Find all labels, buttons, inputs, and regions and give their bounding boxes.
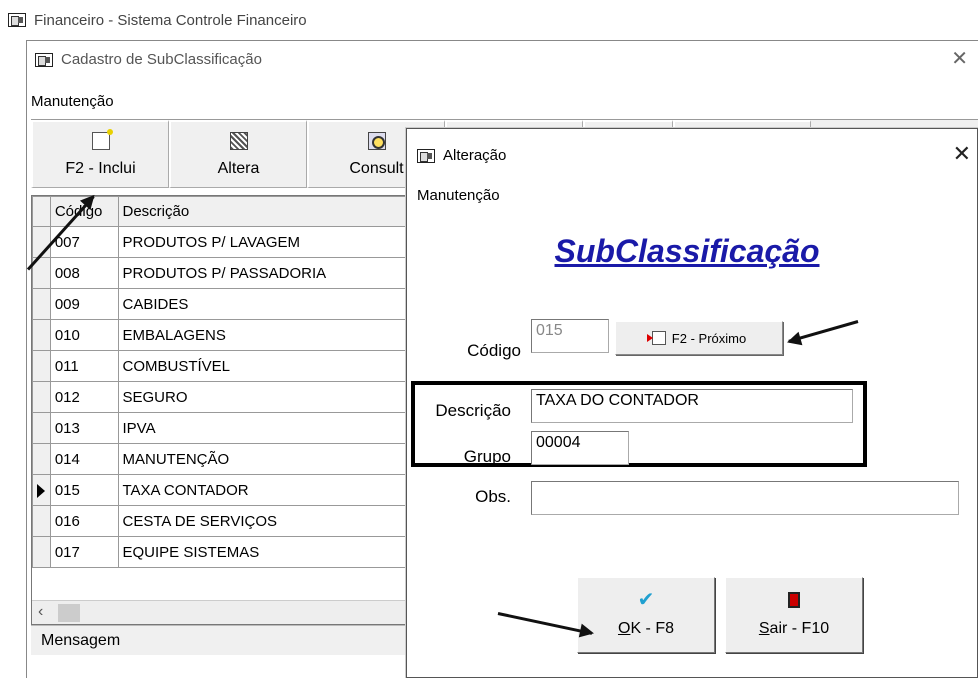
cadastro-title-text: Cadastro de SubClassificação [61,51,262,68]
cell-codigo[interactable]: 010 [49,319,119,351]
table-row[interactable]: 015 TAXA CONTADOR [32,474,416,506]
alteracao-dialog: Alteração ✕ Manutenção SubClassificação … [406,128,978,678]
app-icon [417,148,435,163]
cell-codigo[interactable]: 015 [49,474,119,506]
row-indicator [32,319,51,351]
cell-descricao[interactable]: MANUTENÇÃO [117,443,416,475]
new-document-icon [91,128,113,150]
alteracao-title-text: Alteração [443,147,507,164]
row-indicator [32,443,51,475]
table-row[interactable]: 007 PRODUTOS P/ LAVAGEM [32,226,416,258]
cell-descricao[interactable]: IPVA [117,412,416,444]
cell-descricao[interactable]: PRODUTOS P/ PASSADORIA [117,257,416,289]
row-indicator [32,350,51,382]
status-text: Mensagem [41,632,121,649]
cadastro-window-title: Cadastro de SubClassificação [35,51,262,68]
inclui-label: F2 - Inclui [65,159,136,177]
alteracao-dialog-title: Alteração [417,147,506,164]
inclui-button[interactable]: F2 - Inclui [31,120,169,188]
cell-codigo[interactable]: 011 [49,350,119,382]
row-indicator [32,412,51,444]
form-heading: SubClassificação [554,233,820,269]
column-header-descricao[interactable]: Descrição [117,196,416,227]
close-icon[interactable]: ✕ [951,49,968,69]
app-icon [8,13,26,27]
grupo-field[interactable]: 00004 [531,431,629,465]
grid-table: Código Descrição 007PRODUTOS P/ LAVAGEM0… [32,196,416,568]
check-icon: ✔ [637,589,655,611]
altera-label: Altera [217,159,260,177]
main-window-title: Financeiro - Sistema Controle Financeiro [8,8,307,32]
next-record-icon [646,331,666,345]
row-indicator [32,288,51,320]
table-row[interactable]: 009 CABIDES [32,288,416,320]
cell-codigo[interactable]: 012 [49,381,119,413]
close-icon[interactable]: ✕ [953,143,971,165]
row-indicator [32,536,51,568]
cell-codigo[interactable]: 008 [49,257,119,289]
table-row[interactable]: 010 EMBALAGENS [32,319,416,351]
cell-descricao[interactable]: EMBALAGENS [117,319,416,351]
main-window-title-text: Financeiro - Sistema Controle Financeiro [34,11,307,29]
codigo-field: 015 [531,319,609,353]
sair-button[interactable]: Sair - F10 [725,577,863,653]
cell-codigo[interactable]: 013 [49,412,119,444]
search-icon [367,131,386,150]
row-indicator [32,505,51,537]
cell-descricao[interactable]: TAXA CONTADOR [117,474,416,506]
table-row[interactable]: 013 IPVA [32,412,416,444]
horizontal-scrollbar[interactable]: ‹ [32,600,416,624]
cell-descricao[interactable]: CABIDES [117,288,416,320]
table-row[interactable]: 012 SEGURO [32,381,416,413]
cell-descricao[interactable]: CESTA DE SERVIÇOS [117,505,416,537]
proximo-button[interactable]: F2 - Próximo [615,321,783,355]
row-indicator [32,474,51,506]
row-indicator [32,381,51,413]
row-indicator-header [32,196,51,227]
descricao-label: Descrição [435,401,511,420]
ok-label: OK - F8 [617,620,674,637]
current-row-icon [37,483,45,498]
altera-button[interactable]: Altera [169,120,307,188]
menu-manutencao[interactable]: Manutenção [31,93,114,110]
sair-label: Sair - F10 [758,620,830,637]
menu-manutencao[interactable]: Manutenção [417,187,500,204]
cell-codigo[interactable]: 016 [49,505,119,537]
app-icon [35,52,53,67]
table-row[interactable]: 011 COMBUSTÍVEL [32,350,416,382]
scroll-left-icon[interactable]: ‹ [38,603,43,621]
obs-label: Obs. [475,487,511,506]
status-bar: Mensagem [31,625,421,655]
cell-codigo[interactable]: 009 [49,288,119,320]
grupo-label: Grupo [463,447,511,466]
table-row[interactable]: 017 EQUIPE SISTEMAS [32,536,416,568]
ok-button[interactable]: ✔ OK - F8 [577,577,715,653]
obs-field[interactable] [531,481,959,515]
cell-descricao[interactable]: EQUIPE SISTEMAS [117,536,416,568]
table-row[interactable]: 008 PRODUTOS P/ PASSADORIA [32,257,416,289]
cell-descricao[interactable]: SEGURO [117,381,416,413]
table-row[interactable]: 014 MANUTENÇÃO [32,443,416,475]
codigo-label: Código [467,341,521,360]
scrollbar-thumb[interactable] [58,604,80,622]
edit-icon [229,131,248,150]
subclassificacao-grid[interactable]: Código Descrição 007PRODUTOS P/ LAVAGEM0… [31,195,417,625]
cell-codigo[interactable]: 017 [49,536,119,568]
cell-descricao[interactable]: COMBUSTÍVEL [117,350,416,382]
cell-descricao[interactable]: PRODUTOS P/ LAVAGEM [117,226,416,258]
table-row[interactable]: 016 CESTA DE SERVIÇOS [32,505,416,537]
proximo-label: F2 - Próximo [671,330,747,346]
consulta-label: Consult [349,159,404,177]
descricao-field[interactable]: TAXA DO CONTADOR [531,389,853,423]
cell-codigo[interactable]: 014 [49,443,119,475]
exit-door-icon [788,592,800,608]
